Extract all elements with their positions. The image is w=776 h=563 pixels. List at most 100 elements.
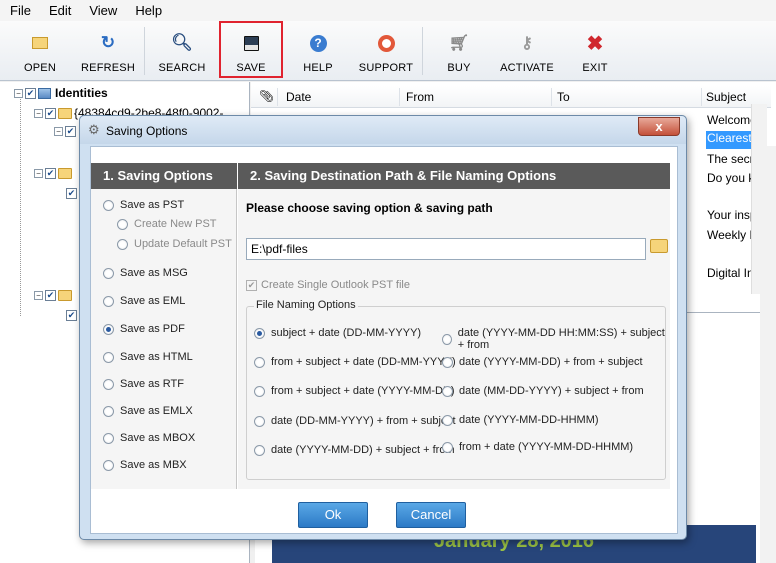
folder-icon — [58, 168, 72, 179]
ok-button[interactable]: Ok — [298, 502, 368, 528]
column-date[interactable]: Date — [286, 90, 311, 104]
radio-icon — [103, 267, 114, 279]
radio-icon — [117, 218, 128, 230]
naming-option[interactable]: date (YYYY-MM-DD-HHMM) — [442, 414, 599, 426]
checkbox-icon[interactable]: ✔ — [65, 126, 76, 137]
cart-icon: 🛒︎ — [448, 35, 470, 52]
checkbox-icon[interactable]: ✔ — [45, 290, 56, 301]
option-save-pst[interactable]: Save as PST — [103, 199, 184, 211]
naming-option[interactable]: date (YYYY-MM-DD HH:MM:SS) + subject + f… — [442, 327, 665, 351]
option-save-eml[interactable]: Save as EML — [103, 295, 185, 307]
option-update-default-pst[interactable]: Update Default PST — [117, 238, 232, 250]
radio-icon — [442, 356, 453, 368]
radio-icon — [254, 415, 265, 427]
floppy-disk-icon — [239, 31, 263, 55]
save-path-input[interactable]: E:\pdf-files — [246, 238, 646, 260]
menu-edit[interactable]: Edit — [39, 3, 79, 18]
naming-option[interactable]: from + date (YYYY-MM-DD-HHMM) — [442, 441, 633, 453]
column-divider — [399, 88, 400, 106]
menu-help[interactable]: Help — [125, 3, 170, 18]
file-naming-label: File Naming Options — [254, 299, 358, 311]
subject-cell-selected[interactable]: Clearest — [706, 131, 756, 149]
radio-icon — [103, 378, 114, 390]
dialog-titlebar[interactable]: ⚙ Saving Options x — [80, 116, 686, 144]
folder-open-icon — [28, 31, 52, 55]
checkbox-icon[interactable]: ✔ — [66, 188, 77, 199]
search-button[interactable]: 🔍︎ SEARCH — [152, 23, 212, 77]
single-pst-checkbox[interactable]: ✔ Create Single Outlook PST file — [246, 279, 410, 291]
naming-option[interactable]: date (DD-MM-YYYY) + from + subject — [254, 415, 456, 427]
checkbox-icon[interactable]: ✔ — [45, 107, 56, 119]
option-save-mbx[interactable]: Save as MBX — [103, 459, 187, 471]
column-subject[interactable]: Subject — [706, 90, 746, 104]
exit-button[interactable]: ✖ EXIT — [570, 23, 620, 77]
collapse-icon[interactable]: − — [34, 291, 43, 300]
option-save-msg[interactable]: Save as MSG — [103, 267, 188, 279]
collapse-icon[interactable]: − — [54, 127, 63, 136]
menu-file[interactable]: File — [0, 3, 39, 18]
option-save-rtf[interactable]: Save as RTF — [103, 378, 184, 390]
collapse-icon[interactable]: − — [34, 169, 43, 178]
key-icon: ⚷ — [521, 35, 533, 52]
browse-folder-icon[interactable] — [650, 239, 668, 253]
naming-option[interactable]: subject + date (DD-MM-YYYY) — [254, 327, 421, 339]
naming-option[interactable]: date (YYYY-MM-DD) + subject + from — [254, 444, 455, 456]
gear-icon: ⚙ — [88, 122, 100, 137]
dialog-title: Saving Options — [106, 124, 188, 138]
refresh-button[interactable]: ↻ REFRESH — [78, 23, 138, 77]
collapse-icon[interactable]: − — [14, 88, 23, 98]
subject-cell[interactable]: Digital In — [706, 266, 756, 284]
support-button[interactable]: SUPPORT — [356, 23, 416, 77]
preview-scrollbar[interactable] — [760, 146, 776, 563]
file-naming-group: File Naming Options subject + date (DD-M… — [246, 299, 666, 480]
subject-cell[interactable]: Weekly F — [706, 228, 756, 246]
folder-icon — [58, 107, 72, 119]
tree-root-label: Identities — [55, 86, 108, 100]
save-button[interactable]: SAVE — [219, 21, 283, 78]
tree-item[interactable]: − ✔ — [54, 126, 76, 137]
column-to[interactable]: To — [557, 90, 570, 104]
radio-icon — [442, 385, 453, 397]
buy-button[interactable]: 🛒︎ BUY — [432, 23, 486, 77]
checkbox-icon[interactable]: ✔ — [66, 310, 77, 321]
path-prompt: Please choose saving option & saving pat… — [246, 201, 493, 215]
option-create-new-pst[interactable]: Create New PST — [117, 218, 217, 230]
help-button[interactable]: ? HELP — [290, 23, 346, 77]
naming-option[interactable]: date (YYYY-MM-DD) + from + subject — [442, 356, 643, 368]
checkbox-icon[interactable]: ✔ — [45, 168, 56, 179]
activate-button[interactable]: ⚷ ACTIVATE — [496, 23, 558, 77]
destination-heading: 2. Saving Destination Path & File Naming… — [238, 163, 670, 189]
radio-icon — [103, 405, 114, 417]
radio-icon — [254, 444, 265, 456]
search-icon: 🔍︎ — [171, 33, 193, 52]
dialog-close-button[interactable]: x — [638, 117, 680, 136]
option-save-emlx[interactable]: Save as EMLX — [103, 405, 193, 417]
tree-item[interactable]: − ✔ — [34, 168, 74, 179]
saving-options-dialog: ⚙ Saving Options x 1. Saving Options Sav… — [79, 115, 687, 540]
subject-cell[interactable]: Do you k — [706, 171, 756, 189]
subject-cell[interactable]: Your insp — [706, 208, 756, 226]
tree-item[interactable]: ✔ — [66, 310, 77, 321]
tree-item[interactable]: − ✔ — [34, 290, 74, 301]
naming-option[interactable]: from + subject + date (YYYY-MM-DD) — [254, 385, 455, 397]
tree-item[interactable]: ✔ — [66, 188, 77, 199]
folder-icon — [58, 290, 72, 301]
subject-cell[interactable]: Welcome — [706, 113, 756, 131]
subject-cell[interactable]: The secr — [706, 152, 756, 170]
tree-connector — [20, 96, 21, 316]
option-save-pdf[interactable]: Save as PDF — [103, 323, 185, 335]
toolbar-divider — [422, 27, 423, 75]
open-button[interactable]: OPEN — [12, 23, 68, 77]
menu-view[interactable]: View — [79, 3, 125, 18]
toolbar: OPEN ↻ REFRESH 🔍︎ SEARCH SAVE ? HELP SUP… — [0, 21, 776, 81]
naming-option[interactable]: date (MM-DD-YYYY) + subject + from — [442, 385, 644, 397]
tree-root[interactable]: − ✔ Identities — [14, 86, 108, 100]
cancel-button[interactable]: Cancel — [396, 502, 466, 528]
dialog-body: 1. Saving Options Save as PST Create New… — [90, 146, 678, 534]
naming-option[interactable]: from + subject + date (DD-MM-YYYY) — [254, 356, 456, 368]
checkbox-icon[interactable]: ✔ — [25, 87, 36, 99]
column-from[interactable]: From — [406, 90, 434, 104]
option-save-mbox[interactable]: Save as MBOX — [103, 432, 195, 444]
option-save-html[interactable]: Save as HTML — [103, 351, 193, 363]
collapse-icon[interactable]: − — [34, 108, 43, 118]
